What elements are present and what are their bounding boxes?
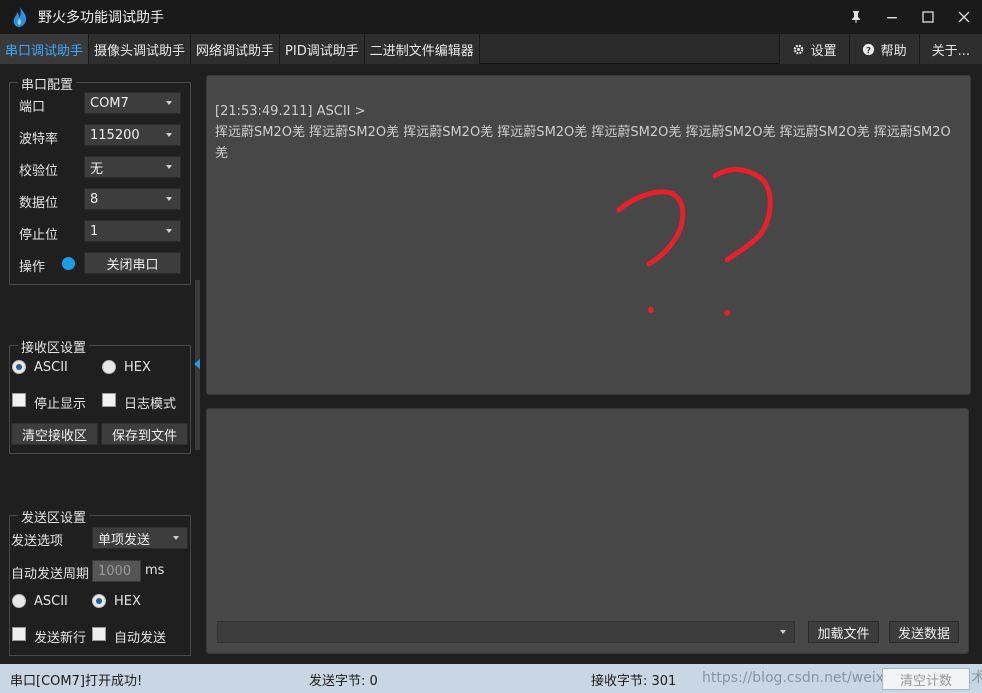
send-ascii-radio[interactable] <box>12 594 26 608</box>
recv-hex-label: HEX <box>124 360 151 375</box>
help-icon: ? <box>862 43 874 55</box>
window-controls <box>838 0 982 34</box>
port-select[interactable]: COM7 <box>84 92 181 114</box>
recv-hex-radio[interactable] <box>102 360 116 374</box>
baud-label: 波特率 <box>19 132 59 147</box>
send-hex-label: HEX <box>114 594 141 609</box>
chevron-down-icon <box>780 630 786 634</box>
parity-label: 校验位 <box>19 164 59 179</box>
tab-network[interactable]: 网络调试助手 <box>191 34 281 64</box>
svg-text:?: ? <box>866 44 871 54</box>
send-ascii-label: ASCII <box>34 594 68 609</box>
chevron-down-icon <box>166 133 172 137</box>
port-value: COM7 <box>90 95 129 111</box>
recv-bytes-counter: 接收字节: 301 <box>591 674 677 689</box>
sent-bytes-counter: 发送字节: 0 <box>309 674 378 689</box>
send-option-select[interactable]: 单项发送 <box>92 527 188 549</box>
menu-bar: 串口调试助手 摄像头调试助手 网络调试助手 PID调试助手 二进制文件编辑器 设… <box>0 34 982 64</box>
log-mode-label: 日志模式 <box>124 397 177 412</box>
tab-camera[interactable]: 摄像头调试助手 <box>89 34 192 64</box>
chevron-down-icon <box>173 536 179 540</box>
operate-label: 操作 <box>19 260 46 275</box>
ms-label: ms <box>145 563 165 578</box>
databits-label: 数据位 <box>19 196 59 211</box>
chevron-down-icon <box>166 101 172 105</box>
recv-ascii-label: ASCII <box>34 360 68 375</box>
tab-serial[interactable]: 串口调试助手 <box>0 34 90 64</box>
databits-value: 8 <box>90 191 99 207</box>
send-newline-checkbox[interactable] <box>12 627 26 641</box>
baud-select[interactable]: 115200 <box>84 124 181 146</box>
save-to-file-button[interactable]: 保存到文件 <box>101 423 188 445</box>
close-button[interactable] <box>946 0 982 34</box>
chevron-down-icon <box>166 197 172 201</box>
databits-select[interactable]: 8 <box>84 188 181 210</box>
chevron-down-icon <box>166 229 172 233</box>
auto-send-checkbox[interactable] <box>92 627 106 641</box>
minimize-icon <box>887 17 897 19</box>
about-button[interactable]: 关于... <box>918 34 982 64</box>
send-option-value: 单项发送 <box>98 532 151 548</box>
send-hex-radio[interactable] <box>92 594 106 608</box>
status-bar: 串口[COM7]打开成功! 发送字节: 0 接收字节: 301 https://… <box>0 664 982 693</box>
status-message: 串口[COM7]打开成功! <box>10 674 143 689</box>
close-port-button[interactable]: 关闭串口 <box>84 252 181 274</box>
receive-text-area[interactable]: [21:53:49.211] ASCII > 挥远蔚SM2O羌 挥远蔚SM2O羌… <box>206 75 971 395</box>
send-text-area[interactable]: 加载文件 发送数据 <box>206 408 969 654</box>
close-icon <box>958 11 970 23</box>
tab-pid[interactable]: PID调试助手 <box>280 34 365 64</box>
send-option-label: 发送选项 <box>11 534 64 549</box>
right-menu: 设置 ? 帮助 关于... <box>778 34 982 64</box>
stopbits-select[interactable]: 1 <box>84 220 181 242</box>
auto-period-label: 自动发送周期 <box>11 567 90 582</box>
app-title: 野火多功能调试助手 <box>38 10 164 26</box>
pin-icon <box>852 11 860 23</box>
collapse-panel-icon[interactable] <box>194 359 200 369</box>
minimize-button[interactable] <box>874 0 910 34</box>
parity-select[interactable]: 无 <box>84 156 181 178</box>
log-mode-checkbox[interactable] <box>102 393 116 407</box>
maximize-icon <box>922 11 934 23</box>
red-question-marks-drawing <box>616 167 773 316</box>
stop-display-checkbox[interactable] <box>12 393 26 407</box>
pin-button[interactable] <box>838 0 874 34</box>
send-newline-label: 发送新行 <box>34 631 87 646</box>
clear-count-button[interactable]: 清空计数 <box>882 668 970 690</box>
send-data-button[interactable]: 发送数据 <box>889 621 959 643</box>
clear-recv-button[interactable]: 清空接收区 <box>11 423 98 445</box>
port-label: 端口 <box>19 100 46 115</box>
send-history-select[interactable] <box>217 621 795 643</box>
help-button[interactable]: ? 帮助 <box>848 34 919 64</box>
stopbits-label: 停止位 <box>19 228 59 243</box>
parity-value: 无 <box>90 161 104 177</box>
stopbits-value: 1 <box>90 223 99 239</box>
baud-value: 115200 <box>90 127 140 143</box>
settings-button[interactable]: 设置 <box>778 34 849 64</box>
recv-settings-title: 接收区设置 <box>18 337 90 356</box>
recv-ascii-radio[interactable] <box>12 360 26 374</box>
chevron-down-icon <box>166 165 172 169</box>
help-label: 帮助 <box>880 43 907 59</box>
tab-binary-editor[interactable]: 二进制文件编辑器 <box>364 34 480 64</box>
auto-period-input[interactable]: 1000 <box>92 560 141 582</box>
auto-send-label: 自动发送 <box>114 631 167 646</box>
gear-icon <box>793 44 803 54</box>
settings-label: 设置 <box>810 43 837 59</box>
maximize-button[interactable] <box>910 0 946 34</box>
serial-config-title: 串口配置 <box>18 74 77 93</box>
flame-logo-icon <box>13 7 27 27</box>
send-settings-title: 发送区设置 <box>18 507 90 526</box>
port-status-led <box>62 257 75 270</box>
stop-display-label: 停止显示 <box>34 397 87 412</box>
title-bar: 野火多功能调试助手 <box>0 0 982 34</box>
load-file-button[interactable]: 加载文件 <box>808 621 879 643</box>
